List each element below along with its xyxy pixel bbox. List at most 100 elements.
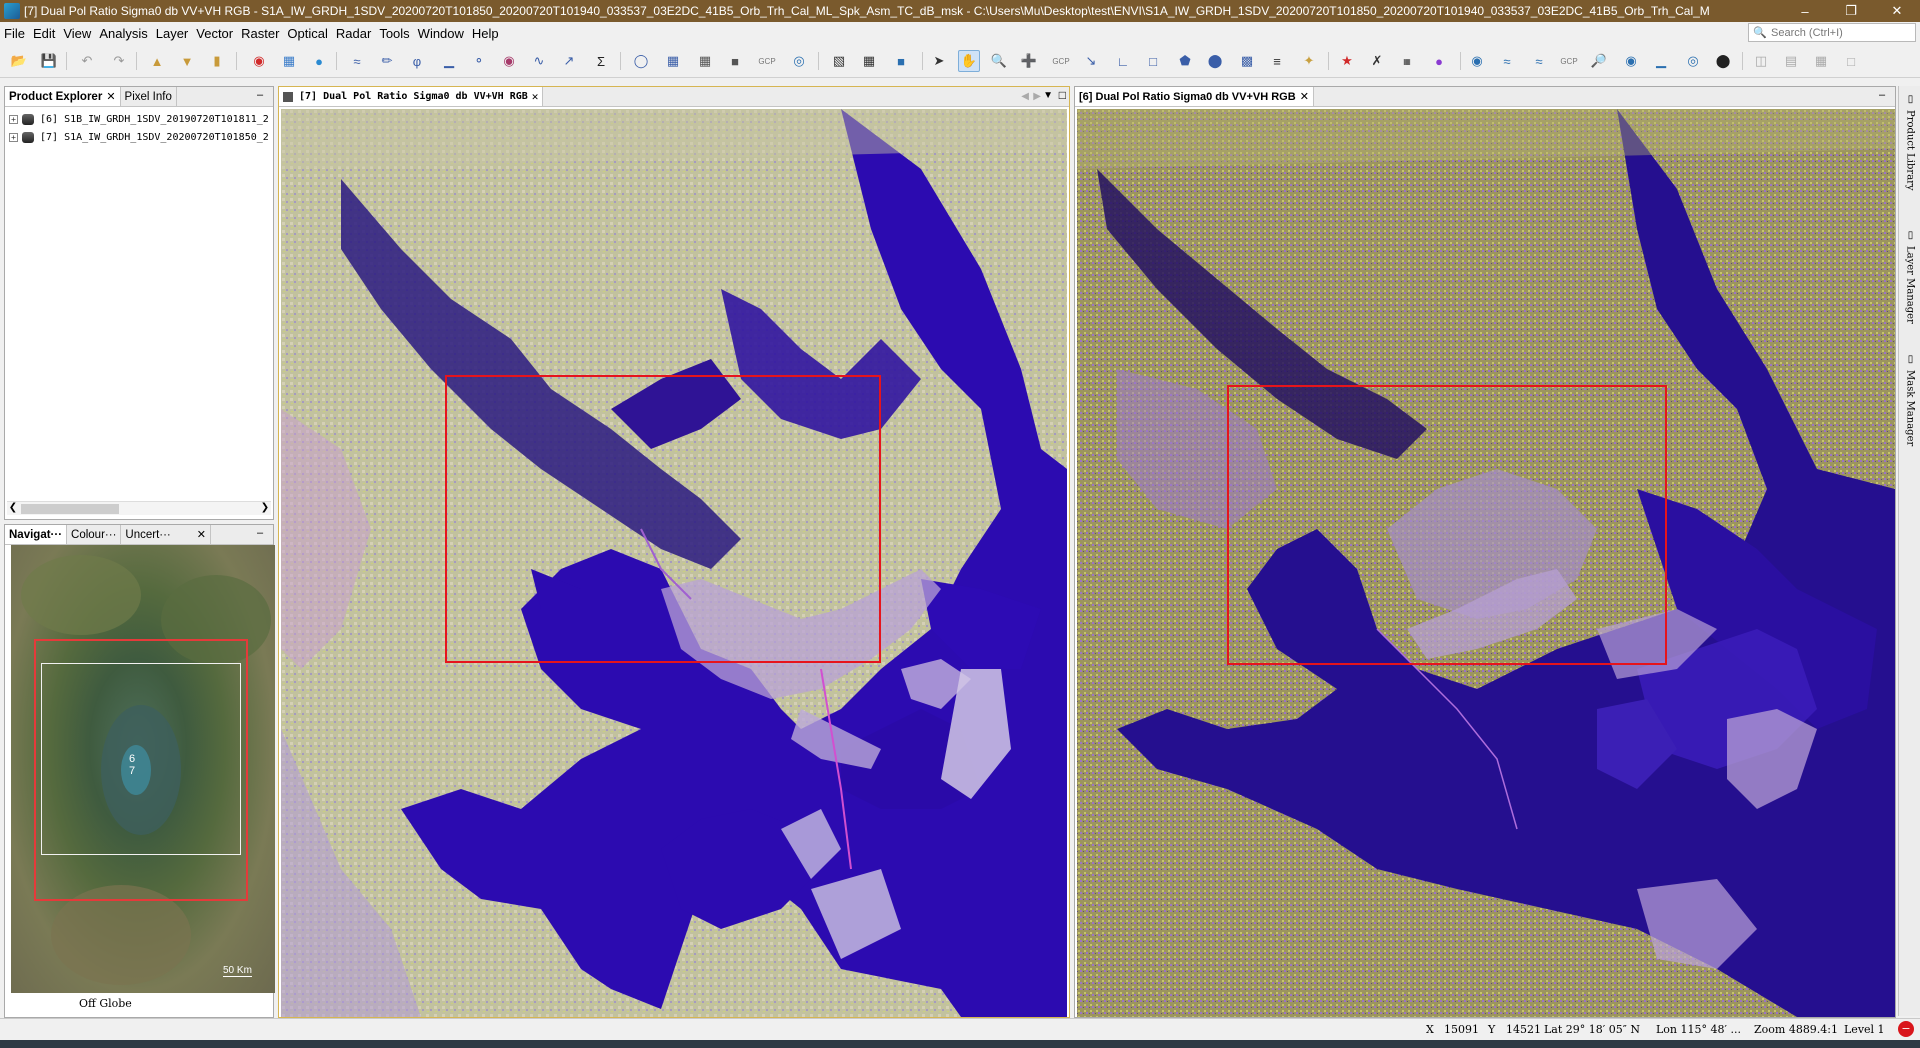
layer-icon[interactable]: ■	[890, 50, 912, 72]
sar-image-left[interactable]	[281, 109, 1067, 1017]
expand-icon[interactable]: +	[9, 132, 18, 142]
spectrum-icon[interactable]: ∿	[528, 50, 550, 72]
close-icon[interactable]: ✕	[106, 90, 115, 103]
world-map-thumbnail[interactable]: 6 7 50 Km	[11, 545, 275, 993]
scroll-left-icon[interactable]: ❮	[7, 502, 19, 513]
draw-icon[interactable]: ✏	[376, 50, 398, 72]
product-item[interactable]: + [7] S1A_IW_GRDH_1SDV_20200720T101850_2	[9, 129, 269, 145]
save-product-icon[interactable]: 💾	[38, 50, 60, 72]
selection-rectangle-right[interactable]	[1227, 385, 1667, 665]
magnifier-icon[interactable]: ➕	[1018, 50, 1040, 72]
cross-icon[interactable]: ✗	[1366, 50, 1388, 72]
redo-icon[interactable]: ↷	[108, 50, 130, 72]
polyline-icon[interactable]: ∟	[1112, 50, 1134, 72]
undo-icon[interactable]: ↶	[76, 50, 98, 72]
minimize-panel-button[interactable]: –	[1879, 90, 1891, 102]
line-draw-icon[interactable]: ↘	[1080, 50, 1102, 72]
tile-evenly-icon[interactable]: ◫	[1750, 50, 1772, 72]
minimize-panel-button[interactable]: –	[257, 90, 269, 102]
filter-icon[interactable]: ▦	[278, 50, 300, 72]
tab-mask-manager[interactable]: ▯ Mask Manager	[1901, 354, 1919, 446]
menu-file[interactable]: File	[0, 26, 29, 41]
histogram-icon[interactable]: ▁	[438, 50, 460, 72]
rectangle-icon[interactable]: □	[1142, 50, 1164, 72]
menu-layer[interactable]: Layer	[152, 26, 193, 41]
eye-icon[interactable]: ◉	[1620, 50, 1642, 72]
product-item[interactable]: + [6] S1B_IW_GRDH_1SDV_20190720T101811_2	[9, 111, 269, 127]
tab-navigation[interactable]: Navigat···	[5, 525, 68, 544]
sum-icon[interactable]: Σ	[590, 50, 612, 72]
graph-builder-icon[interactable]: ▦	[694, 50, 716, 72]
minimize-button[interactable]: –	[1782, 0, 1828, 22]
gcp-icon[interactable]: GCP	[756, 50, 778, 72]
band-maths-icon[interactable]: φ	[406, 50, 428, 72]
menu-edit[interactable]: Edit	[29, 26, 59, 41]
globe-view-icon[interactable]: ◎	[1682, 50, 1704, 72]
menu-view[interactable]: View	[59, 26, 95, 41]
tab-product-explorer[interactable]: Product Explorer ✕	[5, 87, 121, 106]
ellipse-icon[interactable]: ⬤	[1204, 50, 1226, 72]
cluster-icon[interactable]: ●	[1428, 50, 1450, 72]
ioi-tool-icon[interactable]: ▦	[1396, 50, 1418, 72]
close-icon[interactable]: ✕	[197, 528, 206, 541]
world-icon[interactable]: ◉	[1466, 50, 1488, 72]
batch-icon[interactable]: ◯	[630, 50, 652, 72]
restore-button[interactable]: ❐	[1828, 0, 1874, 22]
chart-icon[interactable]: ▁	[1650, 50, 1672, 72]
gcp-manager-icon[interactable]: GCP	[1558, 50, 1580, 72]
pan-tool-icon[interactable]: ✋	[958, 50, 980, 72]
tab-view-6[interactable]: [6] Dual Pol Ratio Sigma0 db VV+VH RGB ✕	[1075, 87, 1314, 106]
search-tool-icon[interactable]: 🔎	[1588, 50, 1610, 72]
profile-icon[interactable]: ◉	[498, 50, 520, 72]
select-tool-icon[interactable]: ➤	[928, 50, 950, 72]
minimize-panel-button[interactable]: –	[257, 528, 269, 540]
scrollbar-thumb[interactable]	[21, 504, 119, 514]
expand-icon[interactable]: +	[9, 114, 18, 124]
tab-product-library[interactable]: ▯ Product Library	[1901, 94, 1919, 191]
error-indicator-icon[interactable]: −	[1898, 1021, 1914, 1037]
ioi-icon[interactable]: ■	[724, 50, 746, 72]
horizontal-scrollbar[interactable]: ❮ ❯	[7, 501, 271, 515]
tab-uncertainty[interactable]: Uncert··· ✕	[121, 525, 211, 544]
menu-optical[interactable]: Optical	[283, 26, 331, 41]
mosaic-icon[interactable]: ≈	[1528, 50, 1550, 72]
polygon-icon[interactable]: ⬟	[1174, 50, 1196, 72]
graph-icon[interactable]: ↗	[558, 50, 580, 72]
tab-view-7[interactable]: [7] Dual Pol Ratio Sigma0 db VV+VH RGB ✕	[279, 87, 544, 106]
scatter-icon[interactable]: ⚬	[468, 50, 490, 72]
menu-window[interactable]: Window	[414, 26, 468, 41]
maximize-icon[interactable]: □	[1059, 88, 1066, 102]
close-window-button[interactable]: ✕	[1874, 0, 1920, 22]
menu-help[interactable]: Help	[468, 26, 503, 41]
close-icon[interactable]: ✕	[1300, 90, 1309, 103]
rgb-icon[interactable]: ◉	[248, 50, 270, 72]
batch-processing-icon[interactable]: ▦	[858, 50, 880, 72]
open-product-icon[interactable]: 📂	[8, 50, 30, 72]
tile-horizontal-icon[interactable]: ▤	[1780, 50, 1802, 72]
band-icon[interactable]: ▮	[206, 50, 228, 72]
grid-icon[interactable]: ▦	[662, 50, 684, 72]
import-icon[interactable]: ▲	[146, 50, 168, 72]
tab-nav-left-icon[interactable]: ◀	[1021, 91, 1029, 102]
zoom-tool-icon[interactable]: 🔍	[988, 50, 1010, 72]
tile-vertical-icon[interactable]: ▦	[1810, 50, 1832, 72]
menu-analysis[interactable]: Analysis	[95, 26, 151, 41]
tab-list-icon[interactable]: ▼	[1043, 90, 1053, 101]
line-tool-icon[interactable]: ≈	[346, 50, 368, 72]
pin-icon[interactable]: ★	[1336, 50, 1358, 72]
scroll-right-icon[interactable]: ❯	[259, 502, 271, 513]
export-icon[interactable]: ▼	[176, 50, 198, 72]
tab-nav-right-icon[interactable]: ▶	[1033, 91, 1041, 102]
graph-builder-icon[interactable]: ▧	[828, 50, 850, 72]
terrain-icon[interactable]: ≈	[1496, 50, 1518, 72]
tile-single-icon[interactable]: □	[1840, 50, 1862, 72]
world-view-icon[interactable]: ⬤	[1712, 50, 1734, 72]
menu-radar[interactable]: Radar	[332, 26, 375, 41]
close-icon[interactable]: ✕	[532, 90, 539, 103]
tab-layer-manager[interactable]: ▯ Layer Manager	[1901, 230, 1919, 324]
tab-colour-manipulation[interactable]: Colour···	[67, 525, 122, 544]
tab-pixel-info[interactable]: Pixel Info	[121, 87, 177, 106]
wand-icon[interactable]: ✦	[1298, 50, 1320, 72]
gcp-tool-icon[interactable]: GCP	[1050, 50, 1072, 72]
globe-icon[interactable]: ◎	[788, 50, 810, 72]
